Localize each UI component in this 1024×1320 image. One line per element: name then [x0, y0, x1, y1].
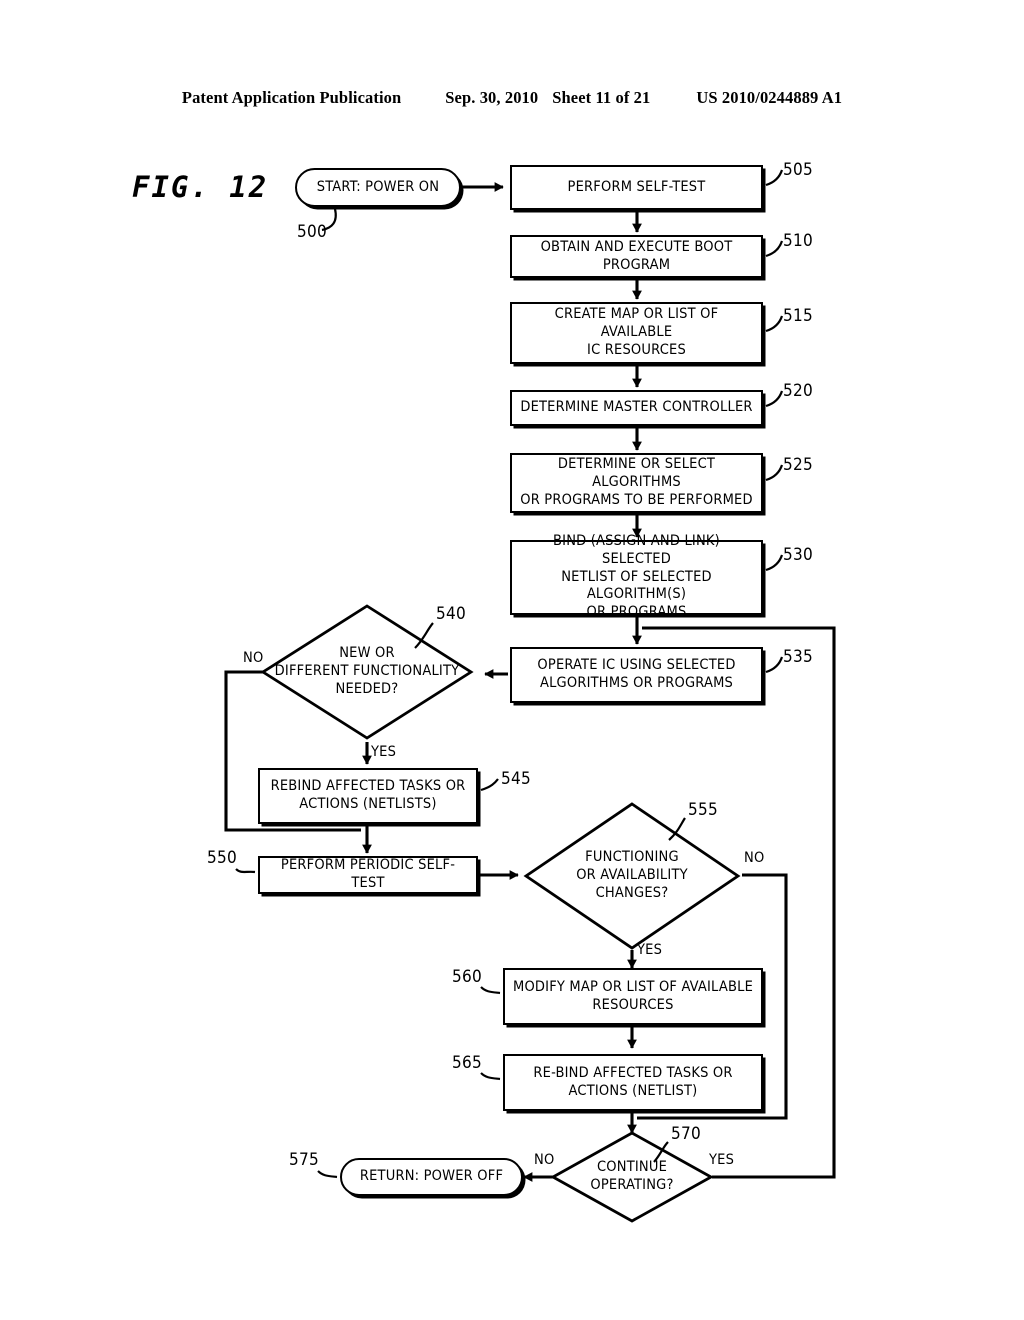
ref-numeral-520: 520	[783, 381, 814, 401]
ref-numeral-550: 550	[207, 848, 238, 868]
ref-numeral-555: 555	[688, 800, 719, 820]
branch-label-570-no: NO	[534, 1152, 555, 1168]
branch-label-555-yes: YES	[637, 942, 663, 958]
reference-numeral-leaders	[235, 169, 784, 1179]
ref-numeral-515: 515	[783, 306, 814, 326]
ref-numeral-575: 575	[289, 1150, 320, 1170]
ref-numeral-530: 530	[783, 545, 814, 565]
ref-numeral-545: 545	[501, 769, 532, 789]
ref-numeral-560: 560	[452, 967, 483, 987]
ref-numeral-525: 525	[783, 455, 814, 475]
patent-figure-page: Patent Application Publication Sep. 30, 2…	[0, 0, 1024, 1320]
ref-numeral-570: 570	[671, 1124, 702, 1144]
branch-label-540-yes: YES	[371, 744, 397, 760]
ref-numeral-510: 510	[783, 231, 814, 251]
ref-numeral-565: 565	[452, 1053, 483, 1073]
ref-numeral-535: 535	[783, 647, 814, 667]
branch-label-555-no: NO	[744, 850, 765, 866]
ref-numeral-540: 540	[436, 604, 467, 624]
branch-label-540-no: NO	[243, 650, 264, 666]
branch-label-570-yes: YES	[709, 1152, 735, 1168]
ref-numeral-500: 500	[297, 222, 328, 242]
ref-numeral-505: 505	[783, 160, 814, 180]
